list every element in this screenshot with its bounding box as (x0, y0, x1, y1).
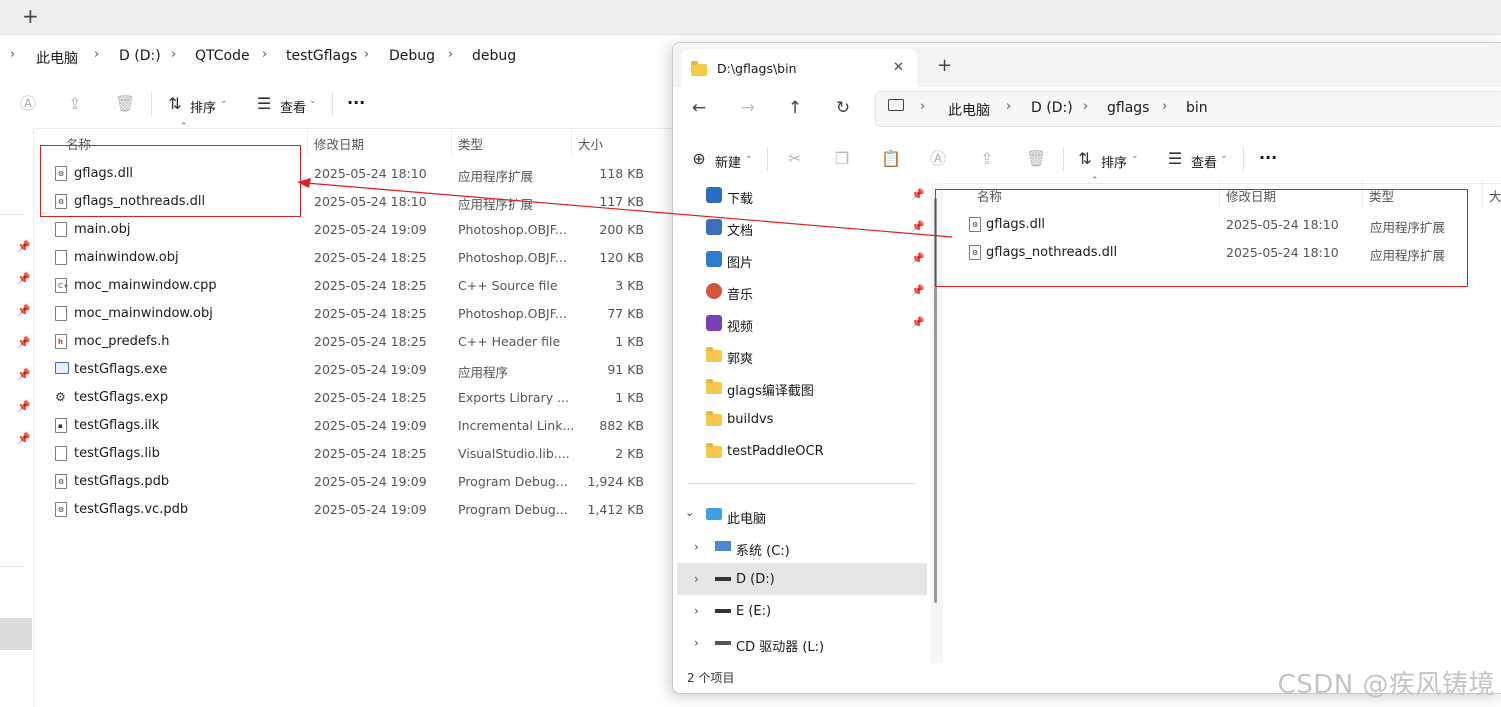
annotation-arrow (297, 178, 953, 238)
arrow-head (297, 178, 311, 188)
watermark-text: CSDN @疾风铸境 (1277, 670, 1495, 700)
arrow-line (305, 182, 953, 238)
